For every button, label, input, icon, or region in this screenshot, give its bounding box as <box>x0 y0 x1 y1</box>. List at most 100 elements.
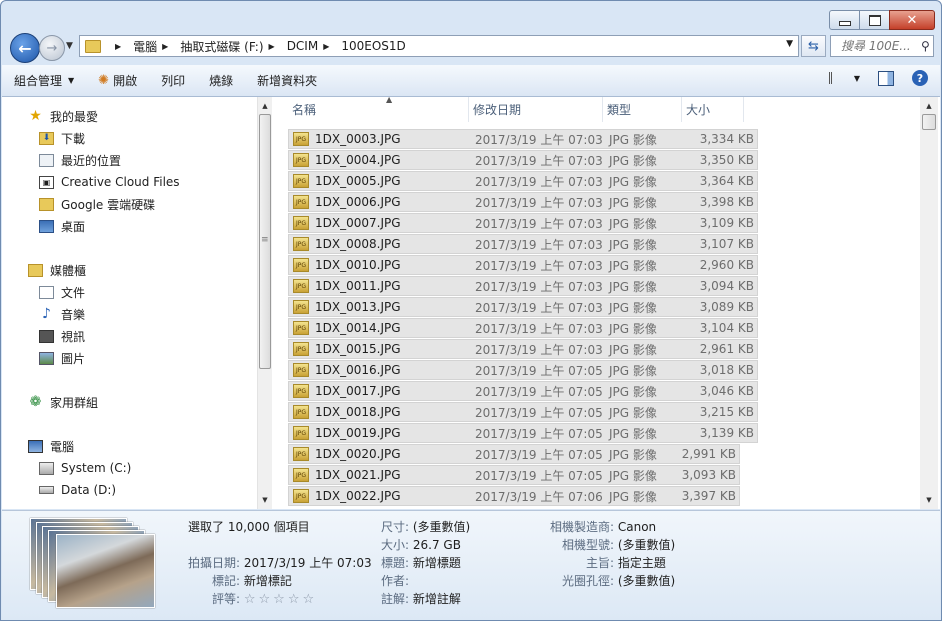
file-type: JPG 影像 <box>609 447 657 462</box>
file-type: JPG 影像 <box>609 363 657 378</box>
title-field[interactable]: 標題: 新增標題 <box>381 554 461 571</box>
file-row[interactable]: JPG 1DX_0007.JPG 2017/3/19 上午 07:03 JPG 影像 3… <box>288 213 758 233</box>
burn-button[interactable]: 燒錄 <box>197 72 245 89</box>
nav-pictures[interactable]: 圖片 <box>39 348 85 368</box>
print-button[interactable]: 列印 <box>149 72 197 89</box>
open-button[interactable]: ✺ 開啟 <box>86 72 149 89</box>
column-type[interactable]: 類型 <box>603 97 682 122</box>
search-box[interactable]: ⚲ <box>830 35 934 57</box>
nav-google-drive[interactable]: Google 雲端硬碟 <box>39 194 155 214</box>
nav-recent-places[interactable]: 最近的位置 <box>39 150 121 170</box>
address-bar[interactable]: ▶ 電腦 ▶ 抽取式磁碟 (F:) ▶ DCIM ▶ 100EOS1D ▼ <box>79 35 799 57</box>
forward-button[interactable]: → <box>39 35 65 61</box>
file-row[interactable]: JPG 1DX_0015.JPG 2017/3/19 上午 07:03 JPG 影像 2… <box>288 339 758 359</box>
scroll-down-arrow[interactable]: ▼ <box>258 493 272 507</box>
file-row[interactable]: JPG 1DX_0013.JPG 2017/3/19 上午 07:03 JPG 影像 3… <box>288 297 758 317</box>
nav-drive-d[interactable]: Data (D:) <box>39 480 116 500</box>
help-icon[interactable]: ? <box>912 70 928 86</box>
nav-computer[interactable]: 電腦 <box>28 436 74 456</box>
file-date-modified: 2017/3/19 上午 07:03 <box>475 300 603 315</box>
search-icon[interactable]: ⚲ <box>921 39 930 53</box>
rating-field[interactable]: 評等: ☆☆☆☆☆ <box>212 590 317 607</box>
organize-menu[interactable]: 組合管理 ▼ <box>2 72 86 89</box>
file-row[interactable]: JPG 1DX_0019.JPG 2017/3/19 上午 07:05 JPG 影像 3… <box>288 423 758 443</box>
column-size[interactable]: 大小 <box>682 97 744 122</box>
burn-label: 燒錄 <box>209 74 234 88</box>
minimize-button[interactable] <box>829 10 860 30</box>
file-row[interactable]: JPG 1DX_0017.JPG 2017/3/19 上午 07:05 JPG 影像 3… <box>288 381 758 401</box>
nav-downloads[interactable]: ⬇ 下載 <box>39 128 85 148</box>
nav-pane-scrollbar[interactable]: ▲ ≡ ▼ <box>257 97 272 509</box>
breadcrumb-root-arrow[interactable]: ▶ <box>107 42 130 51</box>
nav-libraries[interactable]: 媒體櫃 <box>28 260 86 280</box>
file-row[interactable]: JPG 1DX_0014.JPG 2017/3/19 上午 07:03 JPG 影像 3… <box>288 318 758 338</box>
nav-videos[interactable]: 視訊 <box>39 326 85 346</box>
author-field[interactable]: 作者: <box>381 572 409 589</box>
file-size: 3,046 KB <box>699 384 754 398</box>
file-row[interactable]: JPG 1DX_0021.JPG 2017/3/19 上午 07:05 JPG 影像 3… <box>288 465 740 485</box>
breadcrumb-drive[interactable]: 抽取式磁碟 (F:) ▶ <box>177 38 283 55</box>
file-row[interactable]: JPG 1DX_0020.JPG 2017/3/19 上午 07:05 JPG 影像 2… <box>288 444 740 464</box>
nav-music[interactable]: ♪ 音樂 <box>39 304 85 324</box>
refresh-icon: ⇆ <box>808 38 819 54</box>
subject-field[interactable]: 主旨: 指定主題 <box>586 554 666 571</box>
nav-drive-c[interactable]: System (C:) <box>39 458 131 478</box>
new-folder-button[interactable]: 新增資料夾 <box>245 72 329 89</box>
address-history-dropdown[interactable]: ▼ <box>786 39 793 49</box>
close-button[interactable]: ✕ <box>889 10 935 30</box>
nav-label: 視訊 <box>61 329 86 344</box>
jpg-file-icon: JPG <box>293 405 309 419</box>
maximize-button[interactable] <box>859 10 890 30</box>
file-size: 2,960 KB <box>699 258 754 272</box>
scroll-up-arrow[interactable]: ▲ <box>920 99 938 113</box>
view-details-icon[interactable] <box>828 72 846 84</box>
column-name[interactable]: ▲ 名稱 <box>287 97 469 122</box>
column-date-modified[interactable]: 修改日期 <box>469 97 603 122</box>
nav-desktop[interactable]: 桌面 <box>39 216 85 236</box>
file-row[interactable]: JPG 1DX_0003.JPG 2017/3/19 上午 07:03 JPG 影像 3… <box>288 129 758 149</box>
nav-creative-cloud[interactable]: ▣ Creative Cloud Files <box>39 172 180 192</box>
recent-places-icon <box>39 153 54 167</box>
file-name: 1DX_0010.JPG <box>315 258 401 272</box>
file-type: JPG 影像 <box>609 468 657 483</box>
dimensions-field: 尺寸: (多重數值) <box>381 520 471 534</box>
file-row[interactable]: JPG 1DX_0022.JPG 2017/3/19 上午 07:06 JPG 影像 3… <box>288 486 740 506</box>
file-row[interactable]: JPG 1DX_0011.JPG 2017/3/19 上午 07:03 JPG 影像 3… <box>288 276 758 296</box>
comment-field[interactable]: 註解: 新增註解 <box>381 590 461 607</box>
recent-pages-dropdown[interactable]: ▼ <box>66 41 73 51</box>
refresh-button[interactable]: ⇆ <box>801 35 826 57</box>
file-size: 3,350 KB <box>699 153 754 167</box>
preview-pane-icon[interactable] <box>878 70 894 86</box>
nav-label: System (C:) <box>61 461 132 475</box>
breadcrumb-dcim[interactable]: DCIM ▶ <box>284 39 339 53</box>
scroll-up-arrow[interactable]: ▲ <box>258 99 272 113</box>
nav-documents[interactable]: 文件 <box>39 282 85 302</box>
file-date-modified: 2017/3/19 上午 07:03 <box>475 174 603 189</box>
file-row[interactable]: JPG 1DX_0005.JPG 2017/3/19 上午 07:03 JPG 影像 3… <box>288 171 758 191</box>
camera-model-field[interactable]: 相機型號: (多重數值) <box>562 536 675 553</box>
open-icon: ✺ <box>98 73 110 88</box>
file-name: 1DX_0011.JPG <box>315 279 401 293</box>
file-size: 3,109 KB <box>699 216 754 230</box>
search-input[interactable] <box>831 38 921 54</box>
file-row[interactable]: JPG 1DX_0004.JPG 2017/3/19 上午 07:03 JPG 影像 3… <box>288 150 758 170</box>
nav-homegroup[interactable]: ❁ 家用群組 <box>28 392 98 412</box>
file-row[interactable]: JPG 1DX_0016.JPG 2017/3/19 上午 07:05 JPG 影像 3… <box>288 360 758 380</box>
tags-field[interactable]: 標記: 新增標記 <box>212 572 292 589</box>
scroll-thumb[interactable] <box>922 114 936 130</box>
back-button[interactable]: ← <box>10 33 40 63</box>
breadcrumb-current[interactable]: 100EOS1D <box>338 39 408 53</box>
jpg-file-icon: JPG <box>293 363 309 377</box>
breadcrumb-computer[interactable]: 電腦 ▶ <box>130 38 177 55</box>
file-row[interactable]: JPG 1DX_0010.JPG 2017/3/19 上午 07:03 JPG 影像 2… <box>288 255 758 275</box>
file-row[interactable]: JPG 1DX_0008.JPG 2017/3/19 上午 07:03 JPG 影像 3… <box>288 234 758 254</box>
file-list-scrollbar[interactable]: ▲ ▼ <box>920 97 938 509</box>
file-row[interactable]: JPG 1DX_0018.JPG 2017/3/19 上午 07:05 JPG 影像 3… <box>288 402 758 422</box>
scroll-down-arrow[interactable]: ▼ <box>920 493 938 507</box>
file-size: 3,018 KB <box>699 363 754 377</box>
print-label: 列印 <box>161 74 186 88</box>
view-options-dropdown[interactable]: ▼ <box>854 74 860 83</box>
camera-maker-field[interactable]: 相機製造商: Canon <box>550 518 656 535</box>
nav-favorites[interactable]: ★ 我的最愛 <box>28 106 98 126</box>
file-row[interactable]: JPG 1DX_0006.JPG 2017/3/19 上午 07:03 JPG 影像 3… <box>288 192 758 212</box>
